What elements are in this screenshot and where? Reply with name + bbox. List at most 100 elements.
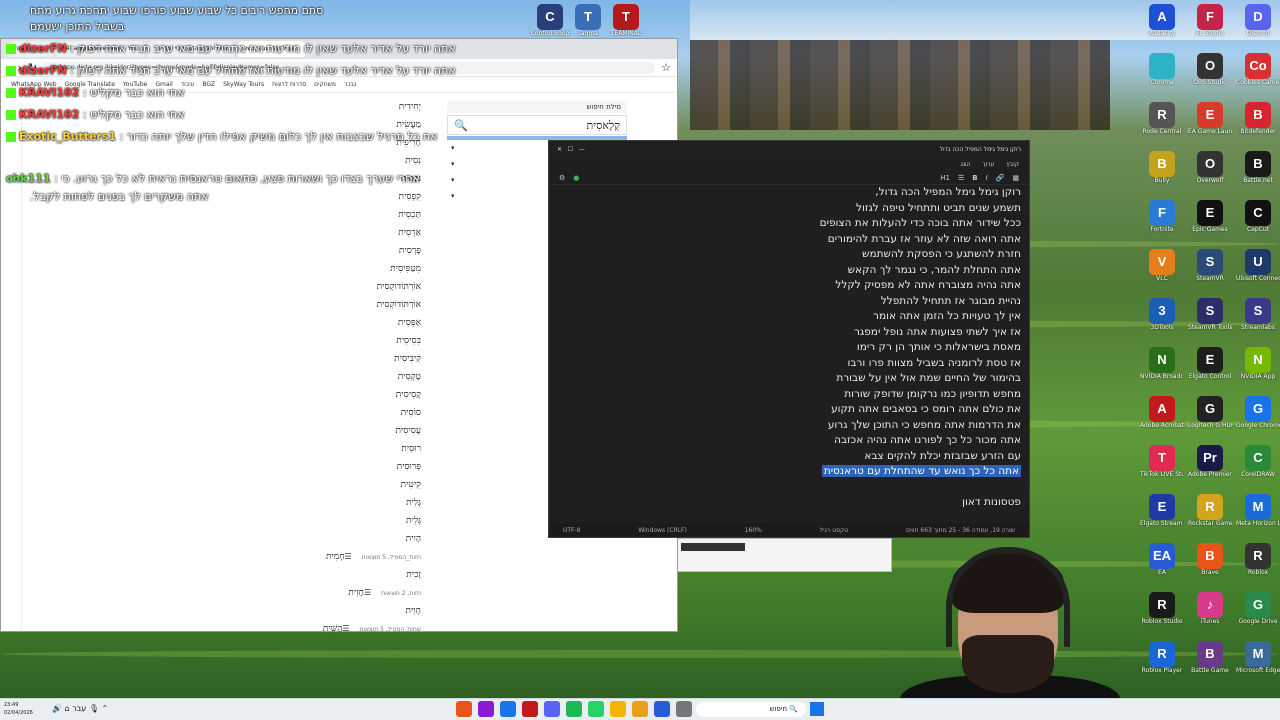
- desktop-app-icon[interactable]: M Microsoft Edge: [1236, 641, 1280, 685]
- expand-menu-icon[interactable]: ☰: [364, 588, 371, 597]
- desktop-app-icon[interactable]: E Epic Games: [1188, 200, 1232, 244]
- table-icon[interactable]: ▦: [1012, 174, 1019, 182]
- windows-start-icon[interactable]: [810, 702, 824, 716]
- desktop-app-icon[interactable]: B Battle.net: [1236, 151, 1280, 195]
- desktop-app-icon[interactable]: S Streamlabs: [1236, 298, 1280, 342]
- taskbar-app-icon[interactable]: [478, 701, 494, 717]
- taskbar-app-icon[interactable]: [456, 701, 472, 717]
- rhyme-result-item[interactable]: גְּלִית: [406, 515, 421, 526]
- rhyme-result-item[interactable]: שחות_המפיל, 5 תוצאות ☰הַשִּׁית: [323, 623, 421, 634]
- expand-menu-icon[interactable]: ☰: [344, 552, 351, 561]
- bookmark-item[interactable]: BGZ: [202, 81, 215, 88]
- rhyme-result-item[interactable]: אַפְּסִית: [398, 317, 421, 328]
- desktop-app-icon[interactable]: A Adobe Acrobat: [1140, 396, 1184, 440]
- desktop-app-icon[interactable]: EEA Game Launcher: [1188, 102, 1232, 146]
- desktop-app-icon[interactable]: F FL Studio: [1188, 4, 1232, 48]
- bold-button[interactable]: B: [972, 174, 977, 182]
- bookmark-star-icon[interactable]: ☆: [661, 61, 671, 74]
- expand-menu-icon[interactable]: ☰: [342, 624, 349, 633]
- taskbar-app-icon[interactable]: [610, 701, 626, 717]
- taskbar-search[interactable]: חיפוש 🔍: [696, 702, 806, 717]
- desktop-app-icon[interactable]: F Fortnite: [1140, 200, 1184, 244]
- desktop-app-icon[interactable]: G Google Chrome: [1236, 396, 1280, 440]
- rhyme-result-item[interactable]: פָּרְסִית: [399, 245, 421, 256]
- notepad-window[interactable]: ✕ ☐ — רוקן גימל גימל המפיל הכה גדול הצג …: [548, 140, 1030, 538]
- rhyme-result-item[interactable]: קִיבִּיסִית: [394, 353, 421, 364]
- desktop-app-icon[interactable]: O Overwolf: [1188, 151, 1232, 195]
- rhyme-result-item[interactable]: קִיטִּית: [401, 479, 421, 490]
- link-icon[interactable]: 🔗: [996, 174, 1005, 182]
- bookmark-item[interactable]: SkyWay Tours: [223, 81, 264, 88]
- rhyme-result-item[interactable]: פְּרוּסִית: [397, 461, 421, 472]
- rhyme-result-item[interactable]: נִסִית: [405, 155, 421, 166]
- rhyme-result-item[interactable]: אוֹרְתּוֹדוֹקְסִית: [377, 299, 421, 310]
- heading-button[interactable]: H1: [940, 174, 950, 182]
- taskbar-app-icon[interactable]: [522, 701, 538, 717]
- desktop-app-icon[interactable]: B Brave: [1188, 543, 1232, 587]
- desktop-app-icon[interactable]: R Rode Central: [1140, 102, 1184, 146]
- taskbar-app-icon[interactable]: [654, 701, 670, 717]
- desktop-app-icon[interactable]: G Logitech G HUB: [1188, 396, 1232, 440]
- taskbar-app-icon[interactable]: [500, 701, 516, 717]
- desktop-app-icon[interactable]: EElgato Stream Deck: [1140, 494, 1184, 538]
- desktop-app-icon[interactable]: Chrome: [1140, 53, 1184, 97]
- rhyme-result-item[interactable]: בִּסִיסִית: [396, 335, 421, 346]
- volume-icon[interactable]: 🔊: [52, 704, 62, 713]
- rhyme-result-item[interactable]: זָכִית: [406, 569, 421, 580]
- rhyme-result-item[interactable]: טֶקְסִית: [398, 371, 421, 382]
- desktop-app-icon[interactable]: S SteamVR Tools: [1188, 298, 1232, 342]
- desktop-app-icon[interactable]: B Battle Game: [1188, 641, 1232, 685]
- desktop-app-icon[interactable]: R Rockstar Games: [1188, 494, 1232, 538]
- desktop-app-icon[interactable]: S SteamVR: [1188, 249, 1232, 293]
- desktop-app-icon[interactable]: E Elgato Control: [1188, 347, 1232, 391]
- desktop-app-icon[interactable]: EA EA: [1140, 543, 1184, 587]
- taskbar-app-icon[interactable]: [544, 701, 560, 717]
- rhyme-result-item[interactable]: קָסִיסִית: [396, 389, 421, 400]
- rhyme-result-item[interactable]: מַעֲשִׂית: [396, 119, 421, 130]
- mic-icon[interactable]: 🎙: [89, 704, 99, 713]
- desktop-app-icon[interactable]: R Roblox: [1236, 543, 1280, 587]
- rhyme-result-item[interactable]: חזות, 2 תוצאות ☰חָזִית: [348, 587, 421, 598]
- taskbar-app-icon[interactable]: [588, 701, 604, 717]
- desktop-app-icon[interactable]: B Bitdefender: [1236, 102, 1280, 146]
- rhyme-result-item[interactable]: מִטַּפִּיסִית: [390, 263, 421, 274]
- desktop-app-icon[interactable]: G Google Drive: [1236, 592, 1280, 636]
- taskbar-app-icon[interactable]: [676, 701, 692, 717]
- close-icon[interactable]: ✕: [557, 146, 562, 153]
- clock[interactable]: 23:49 02/04/2026: [4, 701, 33, 717]
- desktop-app-icon[interactable]: A Audacity: [1140, 4, 1184, 48]
- rhyme-result-item[interactable]: תַּכְסִית: [398, 209, 421, 220]
- rhyme-result-item[interactable]: חזות_המפיל, 5 תוצאות ☰חָמִית: [326, 551, 421, 562]
- rhyme-result-item[interactable]: גְּלִית: [406, 497, 421, 508]
- desktop-app-icon[interactable]: O OBS Studio: [1188, 53, 1232, 97]
- rhyme-result-item[interactable]: רוּסִית: [401, 443, 421, 454]
- desktop-app-icon[interactable]: U Ubisoft Connect: [1236, 249, 1280, 293]
- desktop-app-icon[interactable]: ♪ iTunes: [1188, 592, 1232, 636]
- bookmark-item[interactable]: נבכר: [344, 81, 356, 88]
- rhyme-result-item[interactable]: חָוִית: [406, 605, 421, 616]
- language-indicator[interactable]: עבר: [72, 704, 86, 713]
- taskbar-app-icon[interactable]: [632, 701, 648, 717]
- desktop-app-icon[interactable]: R Roblox Studio: [1140, 592, 1184, 636]
- desktop-app-icon[interactable]: D Discord: [1236, 4, 1280, 48]
- desktop-app-icon[interactable]: Pr Adobe Premiere: [1188, 445, 1232, 489]
- list-icon[interactable]: ☰: [958, 174, 964, 182]
- background-window[interactable]: [676, 538, 892, 572]
- desktop-app-icon[interactable]: 3 3DTools: [1140, 298, 1184, 342]
- desktop-app-icon[interactable]: CoCobbles Cameras: [1236, 53, 1280, 97]
- bookmark-item[interactable]: משחקים: [314, 81, 336, 88]
- desktop-app-icon[interactable]: B Bully: [1140, 151, 1184, 195]
- notepad-document[interactable]: רוקן גימל גימל המפיל הכה גדול, תשמע שנים …: [549, 185, 1029, 523]
- network-icon[interactable]: ⌂: [65, 704, 70, 713]
- copilot-icon[interactable]: ●: [573, 174, 579, 182]
- settings-gear-icon[interactable]: ⚙: [559, 174, 565, 182]
- italic-button[interactable]: I: [986, 174, 988, 182]
- desktop-app-icon[interactable]: V VLC: [1140, 249, 1184, 293]
- desktop-app-icon[interactable]: NNVIDIA Broadcast: [1140, 347, 1184, 391]
- desktop-app-icon[interactable]: MMeta Horizon Link: [1236, 494, 1280, 538]
- desktop-app-icon[interactable]: R Roblox Player: [1140, 641, 1184, 685]
- search-icon[interactable]: 🔍: [454, 119, 468, 132]
- chevron-up-icon[interactable]: ⌃: [102, 704, 109, 713]
- rhyme-result-item[interactable]: עָסִיסִית: [395, 425, 421, 436]
- rhyme-result-item[interactable]: אוֹרְתּוֹדוֹקְסִית: [377, 281, 421, 292]
